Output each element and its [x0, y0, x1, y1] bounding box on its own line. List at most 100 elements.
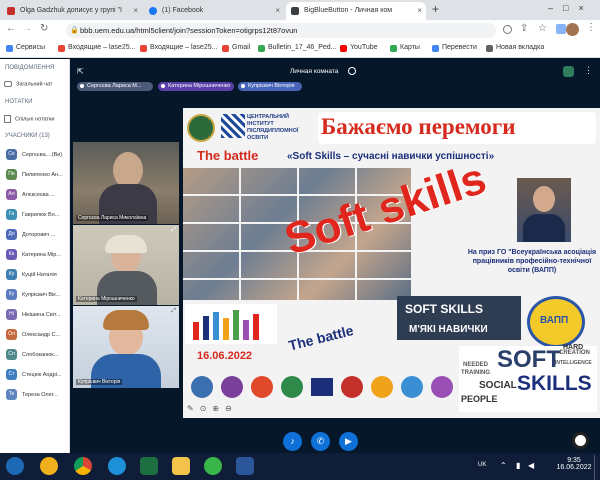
network-icon[interactable]: ▮ — [516, 461, 520, 470]
address-bar[interactable]: 🔒 bbb.uem.edu.ua/html5client/join?sessio… — [66, 23, 496, 38]
participant-item[interactable]: Те Тереза Олег... — [6, 389, 70, 404]
forward-icon[interactable]: → — [22, 23, 32, 34]
participant-name: Гаврилюк Во... — [22, 212, 60, 218]
key-icon[interactable] — [503, 25, 512, 34]
participant-item[interactable]: Ст Стецюк Андрі... — [6, 369, 70, 384]
participant-hair — [105, 235, 147, 253]
talking-chip[interactable]: Купрієвич Вікторія — [238, 82, 302, 91]
options-kebab-icon[interactable]: ⋮ — [584, 65, 593, 76]
record-icon[interactable] — [348, 67, 356, 75]
microphone-icon: ♪ — [290, 436, 295, 446]
avatar: Ку — [6, 269, 17, 280]
browser-tab-1[interactable]: Olga Gadzhuk дописує у групі "I × — [2, 2, 142, 20]
participant-item[interactable]: Ол Олександр С... — [6, 329, 70, 344]
participant-item[interactable]: Ку Куцій Наталія — [6, 269, 70, 284]
apps-grid-icon — [6, 45, 13, 52]
webcam-video[interactable]: Сергєєва Лариса Миколаївна — [73, 142, 179, 224]
avatar: Се — [6, 149, 17, 160]
translate-icon — [432, 45, 439, 52]
bookmark-inbox-2[interactable]: Входящие – lase25... — [140, 44, 217, 52]
toggle-userlist-icon[interactable]: ⇱ — [77, 67, 84, 76]
partner-logo — [221, 376, 243, 398]
presenter-face — [533, 186, 555, 212]
participant-name: Куцій Наталія — [22, 272, 57, 278]
language-indicator[interactable]: UK — [478, 462, 486, 468]
prize-text: На приз ГО "Всеукраїнська асоціація прац… — [467, 249, 597, 274]
participant-item[interactable]: До Доторович ... — [6, 229, 70, 244]
bookmark-gmail[interactable]: Gmail — [222, 44, 250, 52]
back-icon[interactable]: ← — [6, 23, 16, 34]
expand-icon[interactable]: ⤢ — [171, 227, 176, 234]
close-icon[interactable]: × — [275, 6, 280, 15]
menu-kebab-icon[interactable]: ⋮ — [586, 22, 596, 33]
bookmark-bulletin[interactable]: Bulletin_17_46_Ped... — [258, 44, 337, 52]
participant-name: Пилипенко Ан... — [22, 172, 63, 178]
bookmark-inbox-1[interactable]: Входящие – lase25... — [58, 44, 136, 52]
participant-item[interactable]: Ал Алєксеєва ... — [6, 189, 70, 204]
browser-tab-2[interactable]: (1) Facebook × — [144, 2, 284, 20]
star-icon[interactable]: ☆ — [538, 23, 547, 34]
excel-icon[interactable] — [140, 457, 158, 475]
webcam-video[interactable]: ⤢ Купрієвич Вікторія — [73, 306, 179, 388]
bookmark-label: Новая вкладка — [496, 44, 545, 51]
profile-avatar[interactable] — [566, 23, 579, 36]
media-player-icon[interactable] — [40, 457, 58, 475]
globe-icon — [486, 45, 493, 52]
start-button[interactable] — [6, 457, 24, 475]
video-name-label: Сергєєва Лариса Миколаївна — [76, 215, 149, 221]
bookmark-translate[interactable]: Перевести — [432, 44, 477, 52]
participant-face — [113, 152, 143, 188]
avatar: Ал — [6, 189, 17, 200]
participant-name: Стецюк Андрі... — [22, 372, 62, 378]
participant-item[interactable]: Пи Пилипенко Ан... — [6, 169, 70, 184]
webcam-video[interactable]: ⤢ Катерина Мірошниченко — [73, 225, 179, 305]
shared-notes-item[interactable]: Спільні нотатки — [4, 115, 54, 123]
participant-item[interactable]: Сл Слобоканюк... — [6, 349, 70, 364]
tray-arrow-icon[interactable]: ⌃ — [500, 461, 507, 470]
participant-item[interactable]: Ку Купрієвич Вік... — [6, 289, 70, 304]
cloud-word: NEEDED — [463, 362, 489, 368]
share-webcam-button[interactable]: ▶ — [339, 432, 358, 451]
messages-heading: ПОВІДОМЛЕННЯ — [5, 65, 55, 71]
close-icon[interactable]: × — [133, 6, 138, 15]
public-chat-item[interactable]: Загальний чат — [4, 81, 52, 87]
mail-icon[interactable] — [204, 457, 222, 475]
mute-button[interactable]: ♪ — [283, 432, 302, 451]
edge-icon[interactable] — [108, 457, 126, 475]
chrome-icon[interactable] — [74, 457, 92, 475]
window-controls[interactable]: –□× — [548, 3, 594, 13]
notes-heading: НОТАТКИ — [5, 99, 33, 105]
connection-status-icon[interactable] — [563, 66, 574, 77]
gmail-icon — [222, 45, 229, 52]
close-icon[interactable]: × — [417, 6, 422, 15]
chat-icon — [4, 81, 12, 87]
raise-hand-button[interactable] — [572, 432, 589, 449]
expand-icon[interactable]: ⤢ — [171, 308, 176, 315]
show-desktop-button[interactable] — [594, 455, 600, 480]
file-explorer-icon[interactable] — [172, 457, 190, 475]
talking-chip[interactable]: Катерина Мірошниченко — [158, 82, 234, 91]
avatar: Сл — [6, 349, 17, 360]
word-icon[interactable] — [236, 457, 254, 475]
bookmark-apps[interactable]: Сервисы — [6, 44, 45, 52]
bookmark-label: Перевести — [442, 44, 477, 51]
reload-icon[interactable]: ↻ — [40, 23, 48, 34]
volume-icon[interactable]: ◀ — [528, 461, 534, 470]
browser-tab-3-active[interactable]: BigBlueButton - Личная ком × — [286, 2, 426, 20]
participant-item[interactable]: Ка Катерина Мір... — [6, 249, 70, 264]
participant-item[interactable]: Ні Нікішина Світ... — [6, 309, 70, 324]
participant-item[interactable]: Се Сергєєва....(Ви) — [6, 149, 70, 164]
presentation-slide[interactable]: ЦЕНТРАЛЬНИЙ ІНСТИТУТ ПІСЛЯДИПЛОМНОЇ ОСВІ… — [183, 108, 600, 418]
bookmark-new-tab[interactable]: Новая вкладка — [486, 44, 545, 52]
share-icon[interactable]: ⇪ — [520, 23, 528, 34]
whiteboard-toolbar[interactable]: ✎⊙⊕⊖ — [187, 404, 238, 413]
bookmark-youtube[interactable]: YouTube — [340, 44, 378, 52]
extensions-icon[interactable] — [556, 24, 566, 34]
leave-audio-button[interactable]: ✆ — [311, 432, 330, 451]
new-tab-button[interactable]: + — [432, 2, 439, 16]
clock[interactable]: 9:35 16.06.2022 — [556, 457, 592, 471]
bookmark-maps[interactable]: Карты — [390, 44, 420, 52]
talking-chip[interactable]: Сергєєва Лариса М... — [77, 82, 153, 91]
bookmark-label: Входящие – lase25... — [68, 44, 136, 51]
participant-item[interactable]: Га Гаврилюк Во... — [6, 209, 70, 224]
